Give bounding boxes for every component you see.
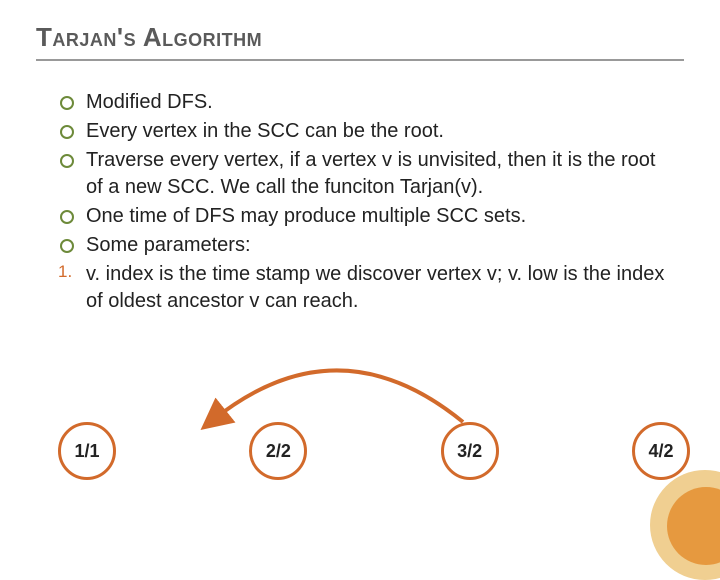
bullet-item: One time of DFS may produce multiple SCC… — [60, 203, 676, 230]
slide-title: Tarjan's Algorithm — [36, 22, 684, 61]
bullet-text: Some parameters: — [86, 234, 251, 256]
node-label: 2/2 — [266, 441, 291, 462]
bullet-item: Every vertex in the SCC can be the root. — [60, 118, 676, 145]
node-label: 4/2 — [648, 441, 673, 462]
graph-node: 1/1 — [58, 422, 116, 480]
bullet-text: Every vertex in the SCC can be the root. — [86, 120, 444, 142]
graph-node: 3/2 — [441, 422, 499, 480]
bullet-text: Traverse every vertex, if a vertex v is … — [86, 149, 655, 198]
numbered-item: 1. v. index is the time stamp we discove… — [60, 261, 676, 315]
graph-node: 4/2 — [632, 422, 690, 480]
slide: Tarjan's Algorithm Modified DFS. Every v… — [0, 0, 720, 540]
bullet-item: Modified DFS. — [60, 89, 676, 116]
graph-node: 2/2 — [249, 422, 307, 480]
node-row: 1/1 2/2 3/2 4/2 — [58, 422, 690, 480]
bullet-text: One time of DFS may produce multiple SCC… — [86, 205, 526, 227]
node-label: 3/2 — [457, 441, 482, 462]
bullet-item: Some parameters: — [60, 232, 676, 259]
numbered-text: v. index is the time stamp we discover v… — [86, 263, 664, 312]
node-label: 1/1 — [74, 441, 99, 462]
bullet-list: Modified DFS. Every vertex in the SCC ca… — [60, 89, 676, 315]
bullet-text: Modified DFS. — [86, 91, 213, 113]
bullet-item: Traverse every vertex, if a vertex v is … — [60, 147, 676, 201]
numbered-marker: 1. — [58, 261, 72, 284]
slide-content: Modified DFS. Every vertex in the SCC ca… — [36, 89, 684, 315]
